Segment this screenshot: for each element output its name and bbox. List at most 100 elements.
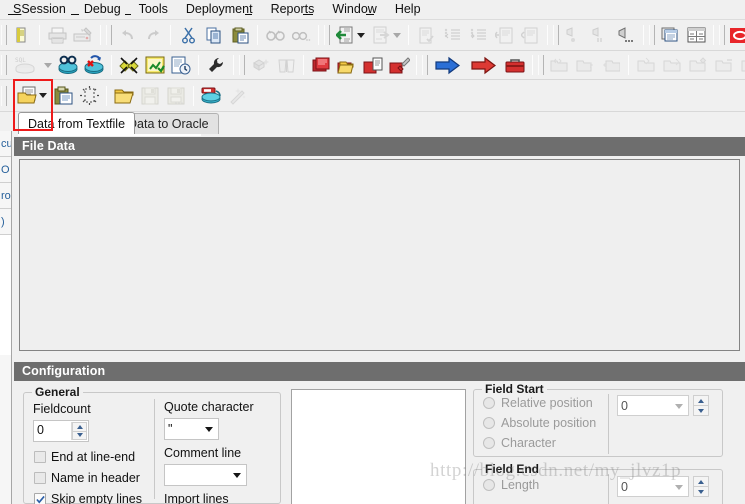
end-at-line-end-box[interactable] bbox=[34, 451, 46, 463]
paste-icon[interactable] bbox=[228, 24, 252, 47]
name-in-header-box[interactable] bbox=[34, 472, 46, 484]
menu-item-help[interactable]: Help bbox=[386, 0, 430, 19]
outdent-icon[interactable] bbox=[466, 24, 490, 47]
checkbox-name-in-header[interactable]: Name in header bbox=[34, 471, 140, 485]
field-start-stepper[interactable] bbox=[693, 395, 709, 416]
scheduled-job-icon[interactable] bbox=[169, 54, 193, 77]
radio-length[interactable]: Length bbox=[483, 478, 539, 492]
comment-line-combo[interactable] bbox=[164, 464, 247, 486]
field-end-stepper-up[interactable] bbox=[693, 476, 709, 486]
radio-absolute-position[interactable]: Absolute position bbox=[483, 416, 596, 430]
character-radio[interactable] bbox=[483, 437, 495, 449]
toolbar-grip-4[interactable] bbox=[553, 25, 559, 45]
menu-item-window[interactable]: Window bbox=[323, 0, 385, 19]
menu-item-reports[interactable]: Reports bbox=[262, 0, 324, 19]
skip-empty-lines-box[interactable] bbox=[34, 493, 46, 504]
left-panel-row-1[interactable]: cu bbox=[0, 131, 11, 157]
field-end-stepper[interactable] bbox=[693, 476, 709, 497]
close-window-icon[interactable] bbox=[82, 54, 106, 77]
checkbox-end-at-line-end[interactable]: End at line-end bbox=[34, 450, 135, 464]
tile-windows-icon[interactable] bbox=[684, 24, 708, 47]
test-window-icon[interactable] bbox=[56, 54, 80, 77]
menu-item-tools[interactable]: Tools bbox=[130, 0, 177, 19]
report-window-icon[interactable] bbox=[143, 54, 167, 77]
command-window-icon[interactable] bbox=[117, 54, 141, 77]
field-list-box[interactable] bbox=[291, 389, 466, 504]
compare-icon[interactable] bbox=[274, 54, 298, 77]
indent-icon[interactable] bbox=[440, 24, 464, 47]
copy-red-icon[interactable] bbox=[361, 54, 385, 77]
uncomment-icon[interactable] bbox=[518, 24, 542, 47]
quote-character-combo[interactable]: " bbox=[164, 418, 219, 440]
absolute-position-radio[interactable] bbox=[483, 417, 495, 429]
toolbar-grip-3[interactable] bbox=[324, 25, 330, 45]
toolbar-grip-11[interactable] bbox=[1, 85, 7, 106]
wand-icon[interactable] bbox=[225, 84, 249, 107]
open-text-file-icon[interactable] bbox=[15, 84, 39, 107]
open-config-icon[interactable] bbox=[112, 84, 136, 107]
toolbar-grip-2[interactable] bbox=[106, 25, 112, 45]
object-browser-icon[interactable] bbox=[248, 54, 272, 77]
save-config-icon[interactable] bbox=[138, 84, 162, 107]
step-out-icon[interactable] bbox=[614, 24, 638, 47]
checkbox-skip-empty-lines[interactable]: Skip empty lines bbox=[34, 492, 142, 504]
execute-icon[interactable] bbox=[333, 24, 357, 47]
folder-next-icon[interactable] bbox=[573, 54, 597, 77]
length-radio[interactable] bbox=[483, 479, 495, 491]
radio-character[interactable]: Character bbox=[483, 436, 556, 450]
redo-icon[interactable] bbox=[141, 24, 165, 47]
relative-position-radio[interactable] bbox=[483, 397, 495, 409]
folder-open-icon[interactable] bbox=[634, 54, 658, 77]
sql-window-icon[interactable]: SQL bbox=[10, 54, 44, 77]
folder-move-icon[interactable] bbox=[547, 54, 571, 77]
left-panel-row-2[interactable]: O bbox=[0, 157, 11, 183]
toolbar-grip-5[interactable] bbox=[649, 25, 655, 45]
window-list-icon[interactable] bbox=[658, 24, 682, 47]
folder-minus-icon[interactable] bbox=[712, 54, 736, 77]
open-folder-red-icon[interactable] bbox=[335, 54, 359, 77]
print-setup-icon[interactable] bbox=[71, 24, 95, 47]
find-next-icon[interactable] bbox=[289, 24, 313, 47]
fieldcount-stepper[interactable] bbox=[71, 422, 87, 440]
radio-relative-position[interactable]: Relative position bbox=[483, 396, 593, 410]
left-panel-row-3[interactable]: ro bbox=[0, 183, 11, 209]
import-to-oracle-icon[interactable] bbox=[199, 84, 223, 107]
break-icon[interactable] bbox=[414, 24, 438, 47]
field-end-value-combo[interactable]: 0 bbox=[617, 476, 689, 497]
tab-data-from-textfile[interactable]: Data from Textfile bbox=[18, 112, 136, 135]
folder-up-icon[interactable] bbox=[660, 54, 684, 77]
arrow-red-right-icon[interactable] bbox=[467, 54, 501, 77]
cut-icon[interactable] bbox=[176, 24, 200, 47]
toolbox-red-icon[interactable] bbox=[503, 54, 527, 77]
folder-prev-icon[interactable] bbox=[599, 54, 623, 77]
print-icon[interactable] bbox=[45, 24, 69, 47]
copy-icon[interactable] bbox=[202, 24, 226, 47]
comment-icon[interactable] bbox=[492, 24, 516, 47]
explain-plan-icon[interactable] bbox=[369, 24, 393, 47]
preferences-wrench-icon[interactable] bbox=[204, 54, 228, 77]
toolbar-grip-1[interactable] bbox=[1, 25, 7, 45]
find-icon[interactable] bbox=[263, 24, 287, 47]
preview-icon[interactable] bbox=[77, 84, 101, 107]
undo-icon[interactable] bbox=[115, 24, 139, 47]
toolbar-grip-9[interactable] bbox=[422, 55, 428, 75]
fieldcount-input[interactable]: 0 bbox=[33, 420, 89, 442]
field-start-value-combo[interactable]: 0 bbox=[617, 395, 689, 416]
save-all-red-icon[interactable] bbox=[309, 54, 333, 77]
field-end-stepper-down[interactable] bbox=[693, 486, 709, 497]
field-start-stepper-down[interactable] bbox=[693, 405, 709, 416]
fieldcount-stepper-down[interactable] bbox=[72, 430, 87, 440]
brush-red-icon[interactable] bbox=[387, 54, 411, 77]
step-over-icon[interactable] bbox=[588, 24, 612, 47]
file-data-textarea[interactable] bbox=[19, 159, 740, 351]
field-start-stepper-up[interactable] bbox=[693, 395, 709, 405]
menu-item-debug[interactable]: Debug bbox=[75, 0, 130, 19]
toolbar-grip-7[interactable] bbox=[1, 55, 7, 75]
folder-diamond-icon[interactable] bbox=[686, 54, 710, 77]
new-document-icon[interactable] bbox=[10, 24, 34, 47]
toolbar-grip-8[interactable] bbox=[239, 55, 245, 75]
save-as-config-icon[interactable] bbox=[164, 84, 188, 107]
left-object-panel-clipped[interactable]: cu O ro ) bbox=[0, 131, 12, 504]
paste-data-icon[interactable] bbox=[51, 84, 75, 107]
fieldcount-stepper-up[interactable] bbox=[72, 422, 87, 431]
